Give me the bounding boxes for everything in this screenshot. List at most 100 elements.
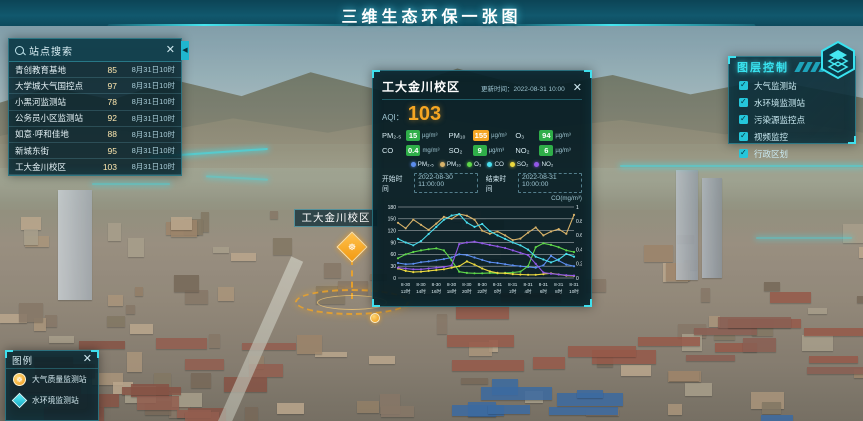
pollutant-label: PM₂.₅ (382, 131, 406, 140)
pollutant-item: PM₁₀ 155 µg/m³ (449, 130, 516, 141)
legend-entry[interactable]: NO₂ (534, 161, 553, 168)
end-time-input[interactable]: 2022-08-31 10:00:00 (518, 173, 582, 193)
svg-text:8-31: 8-31 (554, 282, 564, 287)
legend-entry[interactable]: PM₁₀ (440, 161, 461, 168)
legend-entry[interactable]: CO (487, 161, 503, 168)
svg-text:0时: 0时 (494, 288, 502, 294)
station-time: 8月31日10时 (123, 145, 175, 156)
close-icon[interactable]: ✕ (166, 45, 175, 56)
pollutant-unit: µg/m³ (555, 133, 570, 139)
svg-text:8-31: 8-31 (508, 282, 518, 287)
layer-list: 大气监测站 水环境监测站 污染源监控点 视频监控 行政区划 (729, 77, 855, 162)
station-aqi-value: 103 (97, 162, 117, 172)
close-icon[interactable]: ✕ (573, 83, 582, 94)
map-legend-panel: 图例 ✕ ☸ 大气质量监测站 水环境监测站 (5, 350, 99, 421)
svg-text:0.2: 0.2 (576, 262, 582, 268)
corner-accent (372, 299, 380, 307)
svg-text:6时: 6时 (540, 288, 548, 294)
layer-item[interactable]: 污染源监控点 (729, 111, 855, 128)
svg-text:120: 120 (388, 228, 397, 234)
layer-item[interactable]: 水环境监测站 (729, 94, 855, 111)
legend-dot (440, 162, 445, 167)
station-row[interactable]: 大学城大气国控点 97 8月31日10时 (9, 78, 181, 94)
svg-text:8-31: 8-31 (569, 282, 579, 287)
corner-accent (91, 350, 99, 358)
station-time: 8月31日10时 (123, 64, 175, 75)
station-aqi-value: 95 (97, 146, 117, 156)
station-name: 工大金川校区 (15, 161, 97, 173)
svg-text:60: 60 (390, 252, 396, 258)
station-aqi-value: 85 (97, 65, 117, 75)
layer-panel-title: 图层控制 (737, 59, 789, 75)
panel-collapse-handle[interactable]: ◀ (181, 41, 189, 60)
station-name: 小黑河监测站 (15, 96, 97, 108)
popup-header: 工大金川校区 更新时间：2022-08-31 10:00 ✕ (382, 78, 582, 100)
legend-panel-title: 图例 (12, 353, 83, 367)
popup-title: 工大金川校区 (382, 78, 460, 95)
station-row[interactable]: 青创教育基地 85 8月31日10时 (9, 62, 181, 78)
station-name: 大学城大气国控点 (15, 80, 97, 92)
pollutant-label: CO (382, 146, 406, 155)
pollutant-unit: mg/m³ (422, 148, 439, 154)
aqi-value: 103 (408, 103, 441, 126)
start-time-input[interactable]: 2022-08-30 11:00:00 (414, 173, 478, 193)
highlight-streak (92, 183, 170, 185)
station-row[interactable]: 如意·呼和佳地 88 8月31日10时 (9, 127, 181, 143)
svg-text:12时: 12时 (401, 288, 411, 294)
layers-icon[interactable] (818, 40, 858, 80)
end-time-label: 结束时间 (486, 173, 510, 193)
svg-text:8-31: 8-31 (539, 282, 549, 287)
pollutant-label: SO₂ (449, 146, 473, 155)
pollutant-item: NO₂ 6 µg/m³ (515, 145, 582, 156)
legend-entry[interactable]: SO₂ (510, 161, 529, 168)
layer-item[interactable]: 视频监控 (729, 128, 855, 145)
aqi-label: AQI： (382, 112, 404, 123)
svg-text:8时: 8时 (555, 288, 563, 294)
pollutant-label: PM₁₀ (449, 131, 473, 140)
checkbox-checked-icon[interactable] (739, 81, 748, 90)
checkbox-checked-icon[interactable] (739, 115, 748, 124)
station-time: 8月31日10时 (123, 113, 175, 124)
station-row[interactable]: 小黑河监测站 78 8月31日10时 (9, 94, 181, 110)
app-header: 三维生态环保一张图 (0, 0, 863, 26)
legend-entry[interactable]: PM₂.₅ (411, 161, 434, 168)
station-name: 新城东街 (15, 145, 97, 157)
pollutant-value-badge: 6 (539, 145, 553, 156)
update-time: 更新时间：2022-08-31 10:00 (460, 83, 565, 93)
svg-text:180: 180 (388, 205, 397, 211)
legend-dot (487, 162, 492, 167)
time-range-row: 开始时间 2022-08-30 11:00:00 结束时间 2022-08-31… (382, 173, 582, 193)
checkbox-checked-icon[interactable] (739, 149, 748, 158)
corner-accent (584, 299, 592, 307)
layer-label: 视频监控 (754, 131, 788, 143)
pollutant-value-badge: 94 (539, 130, 553, 141)
air-station-marker-icon[interactable] (370, 313, 380, 323)
svg-text:22时: 22时 (477, 288, 487, 294)
pollutant-unit: µg/m³ (491, 133, 506, 139)
station-row[interactable]: 新城东街 95 8月31日10时 (9, 143, 181, 159)
map-3d-viewport[interactable]: 三维生态环保一张图 站点搜索 ✕ 青创教育基地 85 8月31日10时 大学城大… (0, 0, 863, 421)
map-marker-label[interactable]: 工大金川校区 (294, 209, 378, 227)
svg-text:30: 30 (390, 264, 396, 270)
station-panel-header: 站点搜索 ✕ (9, 39, 181, 62)
checkbox-checked-icon[interactable] (739, 98, 748, 107)
pollutant-item: CO 0.4 mg/m³ (382, 145, 449, 156)
legend-entry[interactable]: O₃ (467, 161, 481, 168)
station-row[interactable]: 工大金川校区 103 8月31日10时 (9, 159, 181, 175)
station-row[interactable]: 公务员小区监测站 92 8月31日10时 (9, 111, 181, 127)
station-name: 公务员小区监测站 (15, 112, 97, 124)
checkbox-checked-icon[interactable] (739, 132, 748, 141)
svg-text:150: 150 (388, 217, 397, 223)
station-aqi-value: 88 (97, 129, 117, 139)
svg-text:1: 1 (576, 205, 579, 211)
station-name: 如意·呼和佳地 (15, 128, 97, 140)
layer-item[interactable]: 行政区划 (729, 145, 855, 162)
legend-list: ☸ 大气质量监测站 水环境监测站 (6, 369, 98, 411)
pollutant-value-badge: 9 (473, 145, 487, 156)
svg-text:8-30: 8-30 (447, 282, 457, 287)
pollutant-grid: PM₂.₅ 15 µg/m³ PM₁₀ 155 µg/m³ O₃ 94 µg/m… (382, 130, 582, 156)
station-list: 青创教育基地 85 8月31日10时 大学城大气国控点 97 8月31日10时 … (9, 62, 181, 175)
svg-text:0.6: 0.6 (576, 233, 582, 239)
chart-legend: PM₂.₅ PM₁₀ O₃ CO SO₂ NO₂ (382, 161, 582, 168)
legend-dot (534, 162, 539, 167)
